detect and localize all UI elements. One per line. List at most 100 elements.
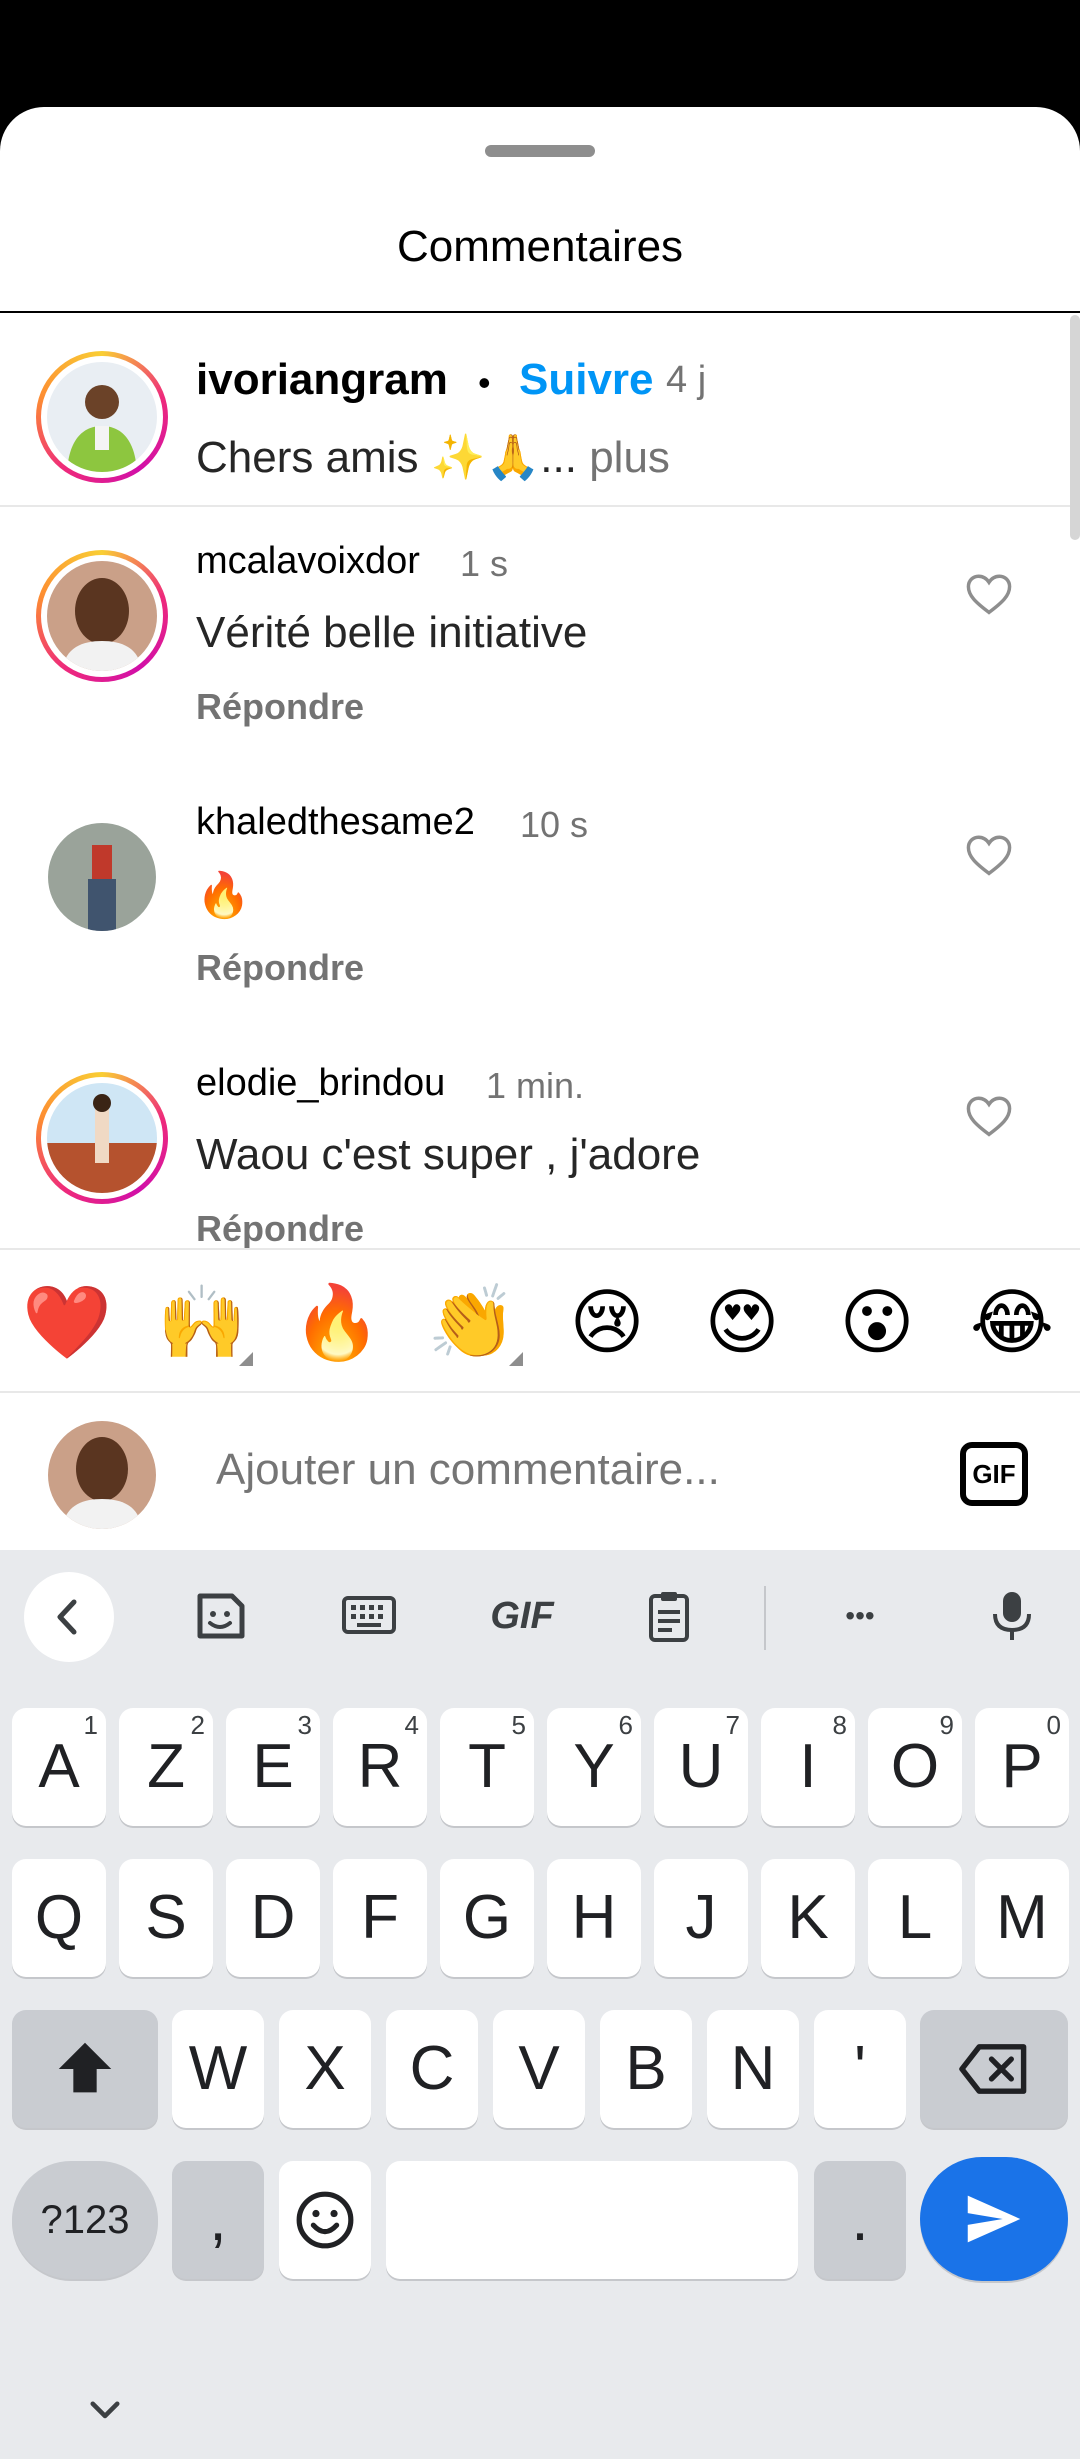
comment-item: khaledthesame2 10 s 🔥 Répondre	[0, 801, 1080, 1051]
microphone-icon[interactable]	[984, 1590, 1040, 1642]
comment-username[interactable]: khaledthesame2	[196, 801, 475, 844]
gif-icon[interactable]: GIF	[482, 1590, 562, 1642]
reaction-raised-hands[interactable]: 🙌	[157, 1278, 253, 1368]
key-label: I	[799, 1732, 817, 1801]
reaction-cry[interactable]: 😢	[562, 1278, 652, 1368]
more-icon[interactable]: •••	[828, 1590, 892, 1642]
key-s[interactable]: S	[119, 1859, 213, 1977]
comment-username[interactable]: mcalavoixdor	[196, 540, 420, 583]
key-t[interactable]: T5	[440, 1708, 534, 1826]
key-m[interactable]: M	[975, 1859, 1069, 1977]
keyboard: GIF ••• A1 Z2 E3 R4 T5 Y6 U7 I8 O9 P0 Q …	[0, 1550, 1080, 2459]
send-icon	[967, 2195, 1021, 2243]
key-r[interactable]: R4	[333, 1708, 427, 1826]
reply-button[interactable]: Répondre	[196, 1208, 364, 1250]
backspace-key[interactable]	[920, 2010, 1068, 2128]
key-label: E	[252, 1732, 294, 1801]
comment-username[interactable]: elodie_brindou	[196, 1062, 445, 1105]
key-b[interactable]: B	[600, 2010, 692, 2128]
keyboard-toolbar: GIF •••	[0, 1550, 1080, 1680]
heart-outline-icon[interactable]	[963, 568, 1015, 620]
key-e[interactable]: E3	[226, 1708, 320, 1826]
shift-key[interactable]	[12, 2010, 158, 2128]
key-q[interactable]: Q	[12, 1859, 106, 1977]
avatar-image	[47, 1083, 157, 1193]
key-hint: 6	[618, 1710, 633, 1740]
emoji-key[interactable]	[279, 2161, 371, 2279]
key-hint: 0	[1046, 1710, 1061, 1740]
space-key[interactable]	[386, 2161, 798, 2279]
key-y[interactable]: Y6	[547, 1708, 641, 1826]
heart-outline-icon[interactable]	[963, 1090, 1015, 1142]
key-i[interactable]: I8	[761, 1708, 855, 1826]
reaction-glyph: 🙌	[157, 1283, 247, 1363]
key-l[interactable]: L	[868, 1859, 962, 1977]
skin-tone-indicator	[509, 1352, 523, 1366]
key-hint: 7	[725, 1710, 740, 1740]
caption-body: Chers amis ✨🙏...	[196, 433, 577, 482]
key-hint: 4	[404, 1710, 419, 1740]
reaction-laugh[interactable]: 😂	[967, 1278, 1057, 1368]
reaction-clap[interactable]: 👏	[427, 1278, 523, 1368]
keyboard-icon[interactable]	[341, 1590, 397, 1642]
caption-username[interactable]: ivoriangram	[196, 355, 448, 405]
reaction-glyph: 👏	[427, 1283, 517, 1363]
key-label: Z	[147, 1732, 185, 1801]
key-d[interactable]: D	[226, 1859, 320, 1977]
reaction-fire[interactable]: 🔥	[292, 1278, 382, 1368]
avatar[interactable]	[36, 550, 168, 682]
toolbar-separator	[764, 1586, 766, 1650]
avatar[interactable]	[48, 823, 156, 931]
sticker-icon[interactable]	[192, 1590, 248, 1642]
key-x[interactable]: X	[279, 2010, 371, 2128]
reaction-heart[interactable]: ❤️	[22, 1278, 112, 1368]
more-link[interactable]: plus	[577, 433, 670, 482]
key-label: P	[1001, 1732, 1043, 1801]
comma-key[interactable]: ,	[172, 2161, 264, 2279]
key-j[interactable]: J	[654, 1859, 748, 1977]
key-f[interactable]: F	[333, 1859, 427, 1977]
key-label: A	[38, 1732, 80, 1801]
key-a[interactable]: A1	[12, 1708, 106, 1826]
period-key[interactable]: .	[814, 2161, 906, 2279]
comment-text: Vérité belle initiative	[196, 608, 588, 657]
avatar[interactable]	[36, 351, 168, 483]
key-u[interactable]: U7	[654, 1708, 748, 1826]
clipboard-icon[interactable]	[641, 1590, 697, 1642]
reaction-heart-eyes[interactable]: 😍	[697, 1278, 787, 1368]
comment-item: mcalavoixdor 1 s Vérité belle initiative…	[0, 540, 1080, 790]
quick-reactions-bar: ❤️ 🙌 🔥 👏 😢 😍 😮 😂	[0, 1248, 1080, 1393]
chevron-left-icon[interactable]	[24, 1572, 114, 1662]
reply-button[interactable]: Répondre	[196, 686, 364, 728]
key-apostrophe[interactable]: '	[814, 2010, 906, 2128]
key-v[interactable]: V	[493, 2010, 585, 2128]
emoji-icon	[296, 2191, 354, 2249]
heart-outline-icon[interactable]	[963, 829, 1015, 881]
key-c[interactable]: C	[386, 2010, 478, 2128]
scrollbar[interactable]	[1070, 315, 1080, 540]
comment-input[interactable]	[216, 1445, 916, 1495]
avatar[interactable]	[36, 1072, 168, 1204]
key-z[interactable]: Z2	[119, 1708, 213, 1826]
reply-button[interactable]: Répondre	[196, 947, 364, 989]
key-k[interactable]: K	[761, 1859, 855, 1977]
key-p[interactable]: P0	[975, 1708, 1069, 1826]
follow-button[interactable]: Suivre	[519, 355, 654, 405]
send-key[interactable]	[920, 2157, 1068, 2281]
symbols-key[interactable]: ?123	[12, 2161, 158, 2279]
key-hint: 3	[297, 1710, 312, 1740]
key-o[interactable]: O9	[868, 1708, 962, 1826]
caption-time: 4 j	[666, 359, 707, 401]
key-label: O	[890, 1732, 940, 1801]
my-avatar	[48, 1421, 156, 1529]
key-label: Y	[573, 1732, 615, 1801]
key-w[interactable]: W	[172, 2010, 264, 2128]
key-g[interactable]: G	[440, 1859, 534, 1977]
reaction-surprised[interactable]: 😮	[832, 1278, 922, 1368]
key-h[interactable]: H	[547, 1859, 641, 1977]
key-n[interactable]: N	[707, 2010, 799, 2128]
chevron-down-icon[interactable]	[84, 2388, 126, 2430]
gif-icon[interactable]: GIF	[960, 1442, 1028, 1506]
key-label: U	[678, 1732, 724, 1801]
key-hint: 2	[190, 1710, 205, 1740]
